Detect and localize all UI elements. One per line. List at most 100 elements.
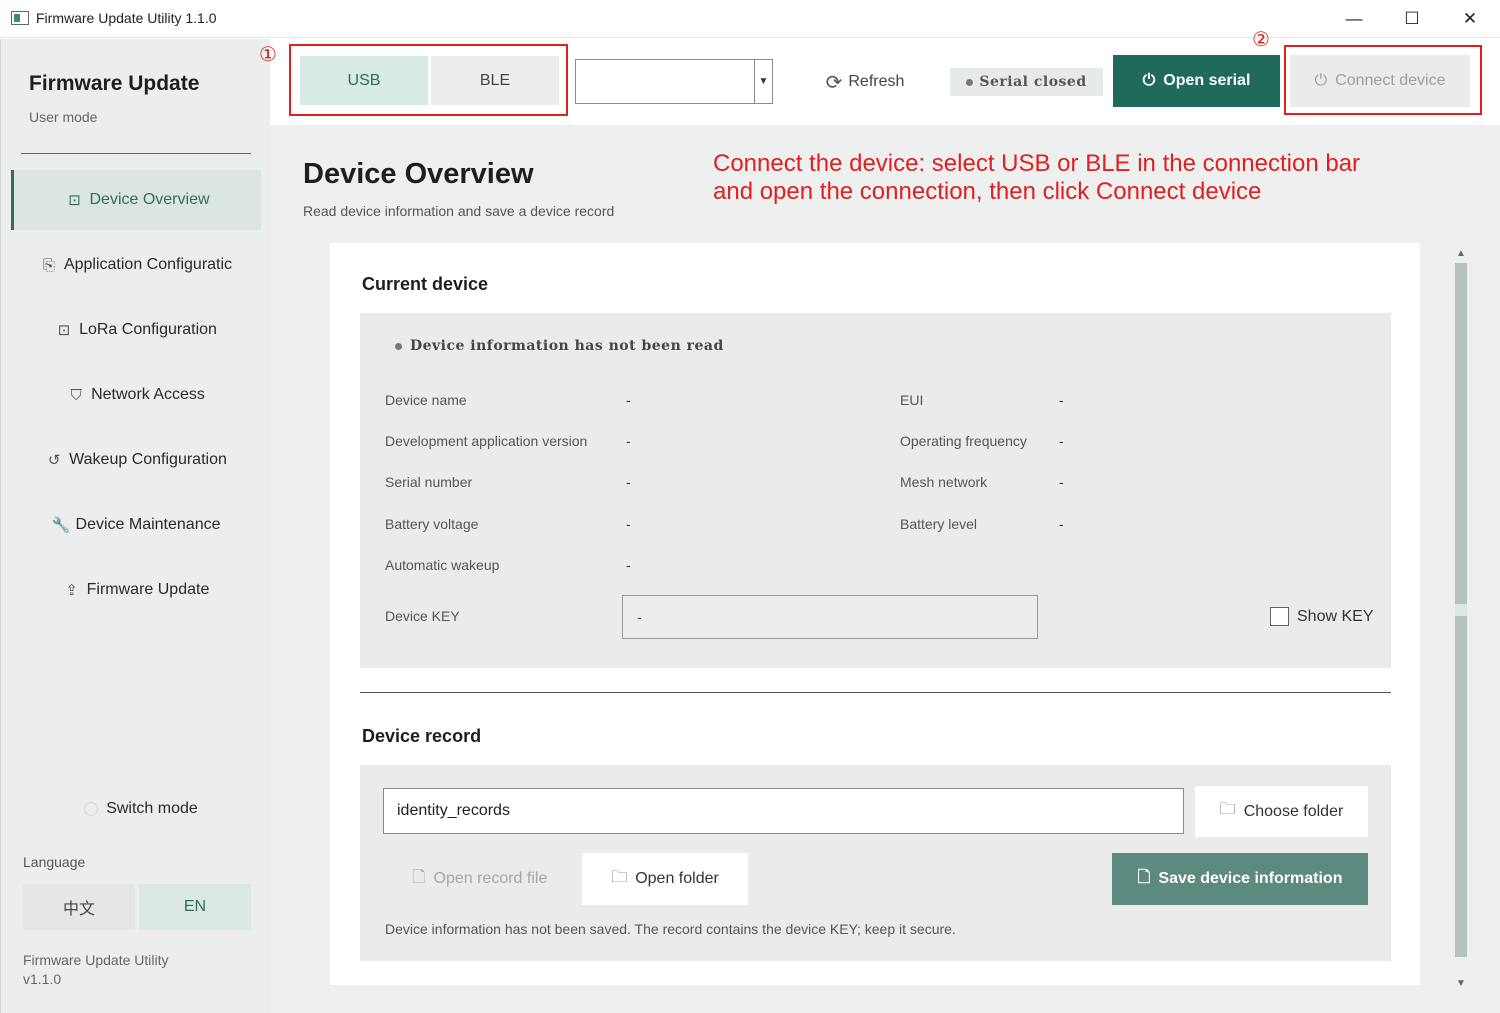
refresh-icon: ⟳ (825, 71, 843, 94)
brand-subtitle: User mode (29, 109, 98, 125)
file-icon: 🗋 (1137, 868, 1151, 886)
minimize-button[interactable]: — (1325, 0, 1383, 38)
app-footer: Firmware Update Utility v1.1.0 (23, 951, 168, 989)
sidebar-item-device-maintenance[interactable]: 🔧 Device Maintenance (11, 495, 261, 555)
show-key-label: Show KEY (1297, 607, 1374, 625)
sidebar-item-firmware-update[interactable]: ⇪ Firmware Update (11, 560, 261, 620)
window-title: Firmware Update Utility 1.1.0 (36, 10, 217, 26)
scroll-down-arrow-icon[interactable]: ▼ (1453, 975, 1469, 991)
scan-icon: ⊡ (68, 192, 81, 209)
brand-title: Firmware Update (29, 72, 200, 95)
sidebar-item-label: Wakeup Configuration (69, 451, 227, 468)
scroll-up-arrow-icon[interactable]: ▲ (1453, 245, 1469, 261)
folder-icon: 🗀 (611, 868, 628, 886)
sidebar-item-label: LoRa Configuration (79, 321, 217, 338)
battery-voltage-value: - (626, 516, 631, 532)
refresh-button[interactable]: ⟳ Refresh (815, 62, 915, 102)
annotation-instruction: Connect the device: select USB or BLE in… (713, 150, 1361, 205)
sidebar-item-label: Device Overview (89, 191, 210, 208)
sidebar-item-wakeup-configuration[interactable]: ↺ Wakeup Configuration (11, 430, 261, 490)
current-device-heading: Current device (362, 274, 489, 294)
choose-folder-label: Choose folder (1243, 802, 1344, 820)
open-folder-label: Open folder (635, 870, 719, 887)
device-name-value: - (626, 392, 631, 408)
page-subtitle: Read device information and save a devic… (303, 203, 615, 219)
serial-status-text: Serial closed (979, 74, 1087, 90)
record-folder-input[interactable]: identity_records (383, 788, 1184, 834)
choose-folder-button[interactable]: 🗀 Choose folder (1195, 786, 1368, 837)
battery-level-label: Battery level (900, 516, 978, 532)
operating-frequency-label: Operating frequency (900, 433, 1027, 449)
app-version-label: Development application version (385, 433, 588, 449)
annotation-step-1: ① (259, 42, 277, 66)
sidebar-item-network-access[interactable]: ⛉ Network Access (11, 365, 261, 425)
sidebar-item-label: Application Configuratic (63, 256, 233, 273)
record-note: Device information has not been saved. T… (385, 921, 956, 937)
plug-icon: ⏻ (1142, 72, 1156, 89)
device-name-label: Device name (385, 392, 467, 408)
annotation-box-connection-mode (289, 44, 568, 116)
switch-mode-icon (84, 802, 99, 816)
rotate-icon: ↺ (47, 452, 61, 469)
sidebar: Firmware Update User mode ⊡ Device Overv… (0, 39, 270, 1013)
app-icon (11, 11, 29, 25)
status-dot-icon (966, 78, 974, 86)
footer-version: v1.1.0 (23, 971, 62, 987)
close-button[interactable]: ✕ (1441, 0, 1499, 38)
shield-icon: ⛉ (70, 386, 82, 404)
open-folder-button[interactable]: 🗀 Open folder (582, 853, 748, 905)
language-label: Language (23, 854, 86, 870)
language-english-button[interactable]: EN (139, 884, 251, 930)
sidebar-item-label: Network Access (91, 386, 205, 403)
save-device-information-label: Save device information (1158, 870, 1343, 887)
serial-status-badge: Serial closed (950, 68, 1103, 96)
scrollbar-grip (1455, 604, 1467, 616)
device-info-status: Device information has not been read (395, 338, 724, 354)
maximize-button[interactable]: ☐ (1383, 0, 1441, 38)
title-bar: Firmware Update Utility 1.1.0 — ☐ ✕ (0, 0, 1500, 38)
sidebar-item-lora-configuration[interactable]: ⊡ LoRa Configuration (11, 300, 261, 360)
open-record-label: Open record file (433, 870, 548, 887)
scan-icon: ⊡ (57, 322, 71, 339)
annotation-step-2: ② (1252, 27, 1270, 51)
sidebar-item-application-configuration[interactable]: ⎘ Application Configuratic (11, 235, 261, 295)
app-version-value: - (626, 433, 631, 449)
device-key-label: Device KEY (385, 608, 460, 624)
battery-level-value: - (1059, 516, 1064, 532)
annotation-box-connect-device (1284, 45, 1482, 115)
automatic-wakeup-value: - (626, 557, 631, 573)
serial-number-label: Serial number (385, 474, 473, 490)
serial-number-value: - (626, 474, 631, 490)
file-code-icon: ⎘ (42, 256, 55, 274)
sidebar-item-label: Firmware Update (86, 581, 210, 598)
folder-icon: 🗀 (1219, 801, 1236, 818)
wrench-icon: 🔧 (51, 517, 71, 534)
eui-value: - (1059, 392, 1064, 408)
save-device-information-button[interactable]: 🗋 Save device information (1112, 853, 1368, 905)
device-info-status-text: Device information has not been read (410, 338, 724, 354)
battery-voltage-label: Battery voltage (385, 516, 479, 532)
language-chinese-button[interactable]: 中文 (23, 884, 135, 930)
mesh-network-label: Mesh network (900, 474, 988, 490)
automatic-wakeup-label: Automatic wakeup (385, 557, 500, 573)
switch-mode-button[interactable]: Switch mode (61, 797, 221, 821)
port-select[interactable]: ▼ (575, 59, 773, 104)
open-record-file-button[interactable]: 🗋 Open record file (390, 853, 570, 905)
file-icon: 🗋 (412, 868, 426, 886)
open-serial-button[interactable]: ⏻ Open serial (1113, 55, 1280, 107)
page-title: Device Overview (303, 158, 534, 190)
sidebar-item-label: Device Maintenance (75, 516, 221, 533)
section-divider (360, 692, 1391, 693)
checkbox-icon[interactable] (1270, 607, 1289, 626)
device-key-field[interactable]: - (622, 595, 1038, 639)
sidebar-item-device-overview[interactable]: ⊡ Device Overview (11, 170, 261, 230)
open-serial-label: Open serial (1163, 72, 1251, 89)
eui-label: EUI (900, 392, 924, 408)
chevron-down-icon[interactable]: ▼ (754, 60, 772, 103)
sidebar-divider (21, 153, 251, 154)
show-key-checkbox[interactable]: Show KEY (1270, 607, 1373, 626)
footer-app-name: Firmware Update Utility (23, 952, 169, 968)
device-record-heading: Device record (362, 726, 482, 746)
refresh-label: Refresh (848, 73, 905, 90)
operating-frequency-value: - (1059, 433, 1064, 449)
